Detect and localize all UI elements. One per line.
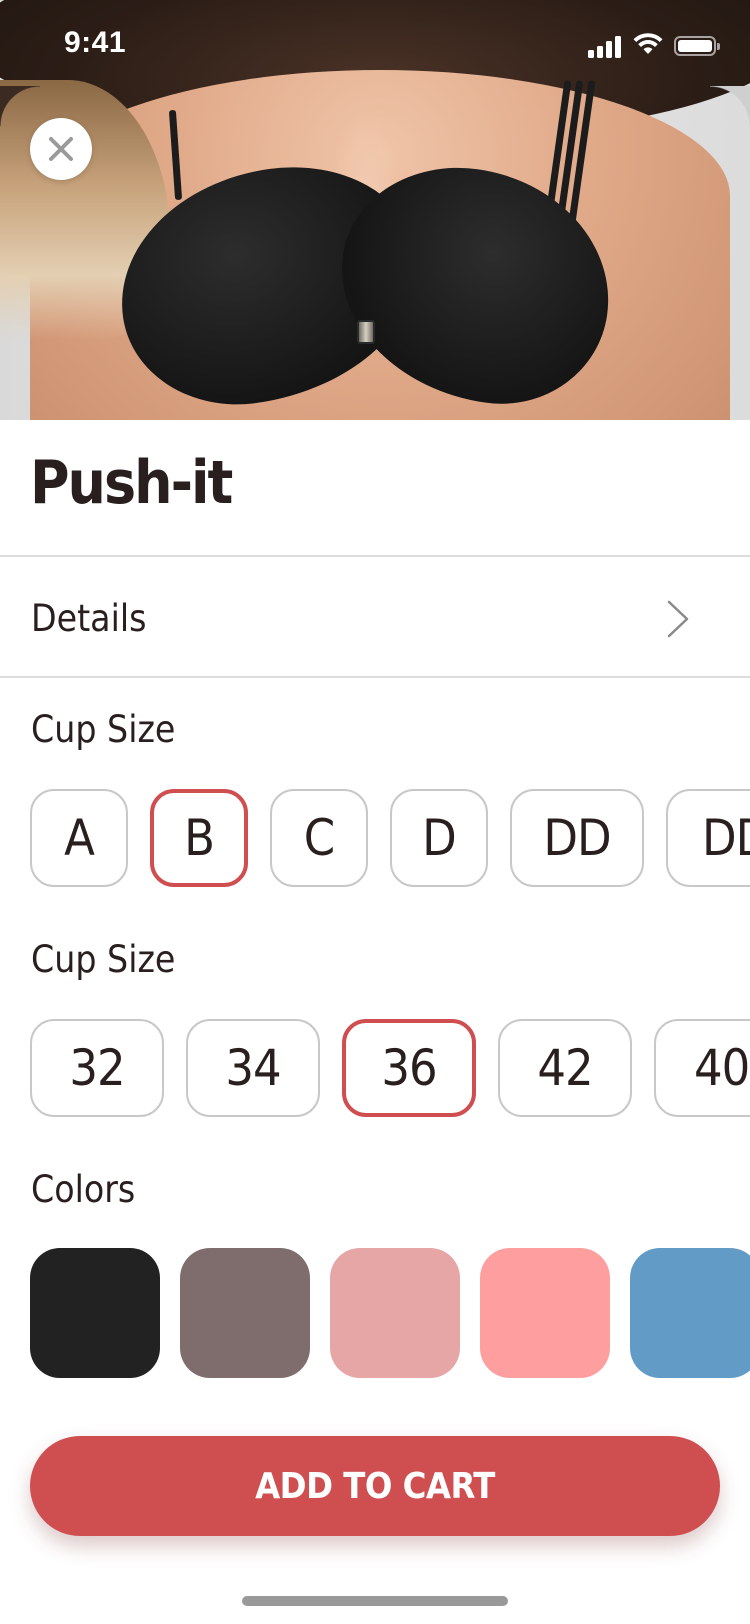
color-swatches — [0, 1244, 750, 1384]
wifi-icon — [633, 33, 663, 54]
color-swatch-salmon[interactable] — [480, 1248, 610, 1378]
cellular-signal-icon — [588, 36, 624, 58]
band-size-option-34[interactable]: 34 — [186, 1019, 320, 1117]
color-swatch-dusty-pink[interactable] — [330, 1248, 460, 1378]
status-time: 9:41 — [64, 26, 127, 59]
cup-size-label: Cup Size — [31, 708, 176, 751]
divider — [0, 676, 750, 678]
color-swatch-taupe[interactable] — [180, 1248, 310, 1378]
close-icon — [49, 137, 73, 161]
cup-size-option-a[interactable]: A — [30, 789, 128, 887]
colors-label: Colors — [31, 1168, 136, 1211]
cup-size-option-d[interactable]: D — [390, 789, 488, 887]
band-size-option-42[interactable]: 42 — [498, 1019, 632, 1117]
close-button[interactable] — [30, 118, 92, 180]
cup-size-option-ddd[interactable]: DDD — [666, 789, 750, 887]
cup-size-options: A B C D DD DDD — [0, 784, 750, 894]
product-title: Push-it — [30, 448, 233, 518]
cup-size-option-b[interactable]: B — [150, 789, 248, 887]
color-swatch-blue[interactable] — [630, 1248, 750, 1378]
details-label: Details — [31, 597, 147, 640]
battery-icon — [674, 36, 720, 56]
add-to-cart-button[interactable]: ADD TO CART — [30, 1436, 720, 1536]
color-swatch-black[interactable] — [30, 1248, 160, 1378]
home-indicator — [242, 1596, 508, 1606]
details-row[interactable]: Details — [0, 557, 750, 676]
band-size-options: 32 34 36 42 40 — [0, 1014, 750, 1124]
status-bar: 9:41 — [0, 0, 750, 88]
chevron-right-icon — [667, 600, 689, 638]
band-size-option-40[interactable]: 40 — [654, 1019, 750, 1117]
cup-size-option-dd[interactable]: DD — [510, 789, 644, 887]
cup-size-option-c[interactable]: C — [270, 789, 368, 887]
band-size-label: Cup Size — [31, 938, 176, 981]
band-size-option-32[interactable]: 32 — [30, 1019, 164, 1117]
band-size-option-36[interactable]: 36 — [342, 1019, 476, 1117]
